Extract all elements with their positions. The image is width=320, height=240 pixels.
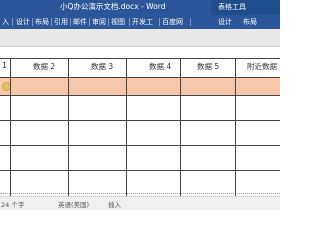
- ribbon-tabs: 入 设计 布局 引用 邮件 审阅 视图 开发工 百度网 设计 布局: [0, 15, 280, 29]
- tab-separator: [190, 18, 191, 26]
- selected-table-row[interactable]: [0, 78, 280, 95]
- word-count[interactable]: 24 个字: [1, 199, 24, 209]
- table-border: [180, 58, 181, 196]
- table-border: [0, 95, 280, 96]
- table-border: [0, 145, 280, 146]
- tab-view[interactable]: 视图: [111, 17, 125, 27]
- tab-separator: [51, 18, 52, 26]
- tab-separator: [32, 18, 33, 26]
- document-area[interactable]: 1 数据 2 数据 3 数据 4 数据 5 附近数据: [0, 47, 280, 196]
- insert-mode[interactable]: 插入: [108, 199, 121, 209]
- table-border: [0, 77, 280, 78]
- table-header-row: 1 数据 2 数据 3 数据 4 数据 5 附近数据: [0, 58, 280, 77]
- tab-insert[interactable]: 入: [2, 17, 9, 27]
- table-border: [0, 193, 280, 194]
- tab-separator: [159, 18, 160, 26]
- tab-separator: [89, 18, 90, 26]
- tab-references[interactable]: 引用: [54, 17, 68, 27]
- tab-layout[interactable]: 布局: [35, 17, 49, 27]
- language-indicator[interactable]: 英语(美国): [58, 199, 89, 209]
- table-border: [68, 58, 69, 196]
- table-border: [235, 58, 236, 196]
- table-header-cell[interactable]: 附近数据: [247, 61, 277, 72]
- tab-table-design[interactable]: 设计: [218, 17, 232, 27]
- table-border: [10, 58, 11, 196]
- table-border: [126, 58, 127, 196]
- tab-separator: [12, 18, 13, 26]
- tab-design[interactable]: 设计: [16, 17, 30, 27]
- table-border: [0, 170, 280, 171]
- table-tools-label: 表格工具: [218, 3, 246, 11]
- table-header-cell[interactable]: 1: [2, 61, 7, 70]
- table-header-cell[interactable]: 数据 3: [91, 61, 113, 72]
- table-header-cell[interactable]: 数据 5: [197, 61, 219, 72]
- status-bar: 24 个字 英语(美国) 插入: [0, 196, 280, 210]
- table-border: [0, 58, 280, 59]
- tab-separator: [70, 18, 71, 26]
- table-header-cell[interactable]: 数据 4: [149, 61, 171, 72]
- tab-table-layout[interactable]: 布局: [243, 17, 257, 27]
- tab-separator: [108, 18, 109, 26]
- window-title: 小Q办公演示文档.docx - Word: [60, 2, 166, 11]
- tab-mailings[interactable]: 邮件: [73, 17, 87, 27]
- table-border: [0, 120, 280, 121]
- table-header-cell[interactable]: 数据 2: [33, 61, 55, 72]
- ruler: [0, 29, 280, 47]
- tab-separator: [129, 18, 130, 26]
- title-bar: 小Q办公演示文档.docx - Word 表格工具: [0, 0, 280, 15]
- tab-developer[interactable]: 开发工: [132, 17, 153, 27]
- tab-review[interactable]: 审阅: [92, 17, 106, 27]
- tab-baidu[interactable]: 百度网: [162, 17, 183, 27]
